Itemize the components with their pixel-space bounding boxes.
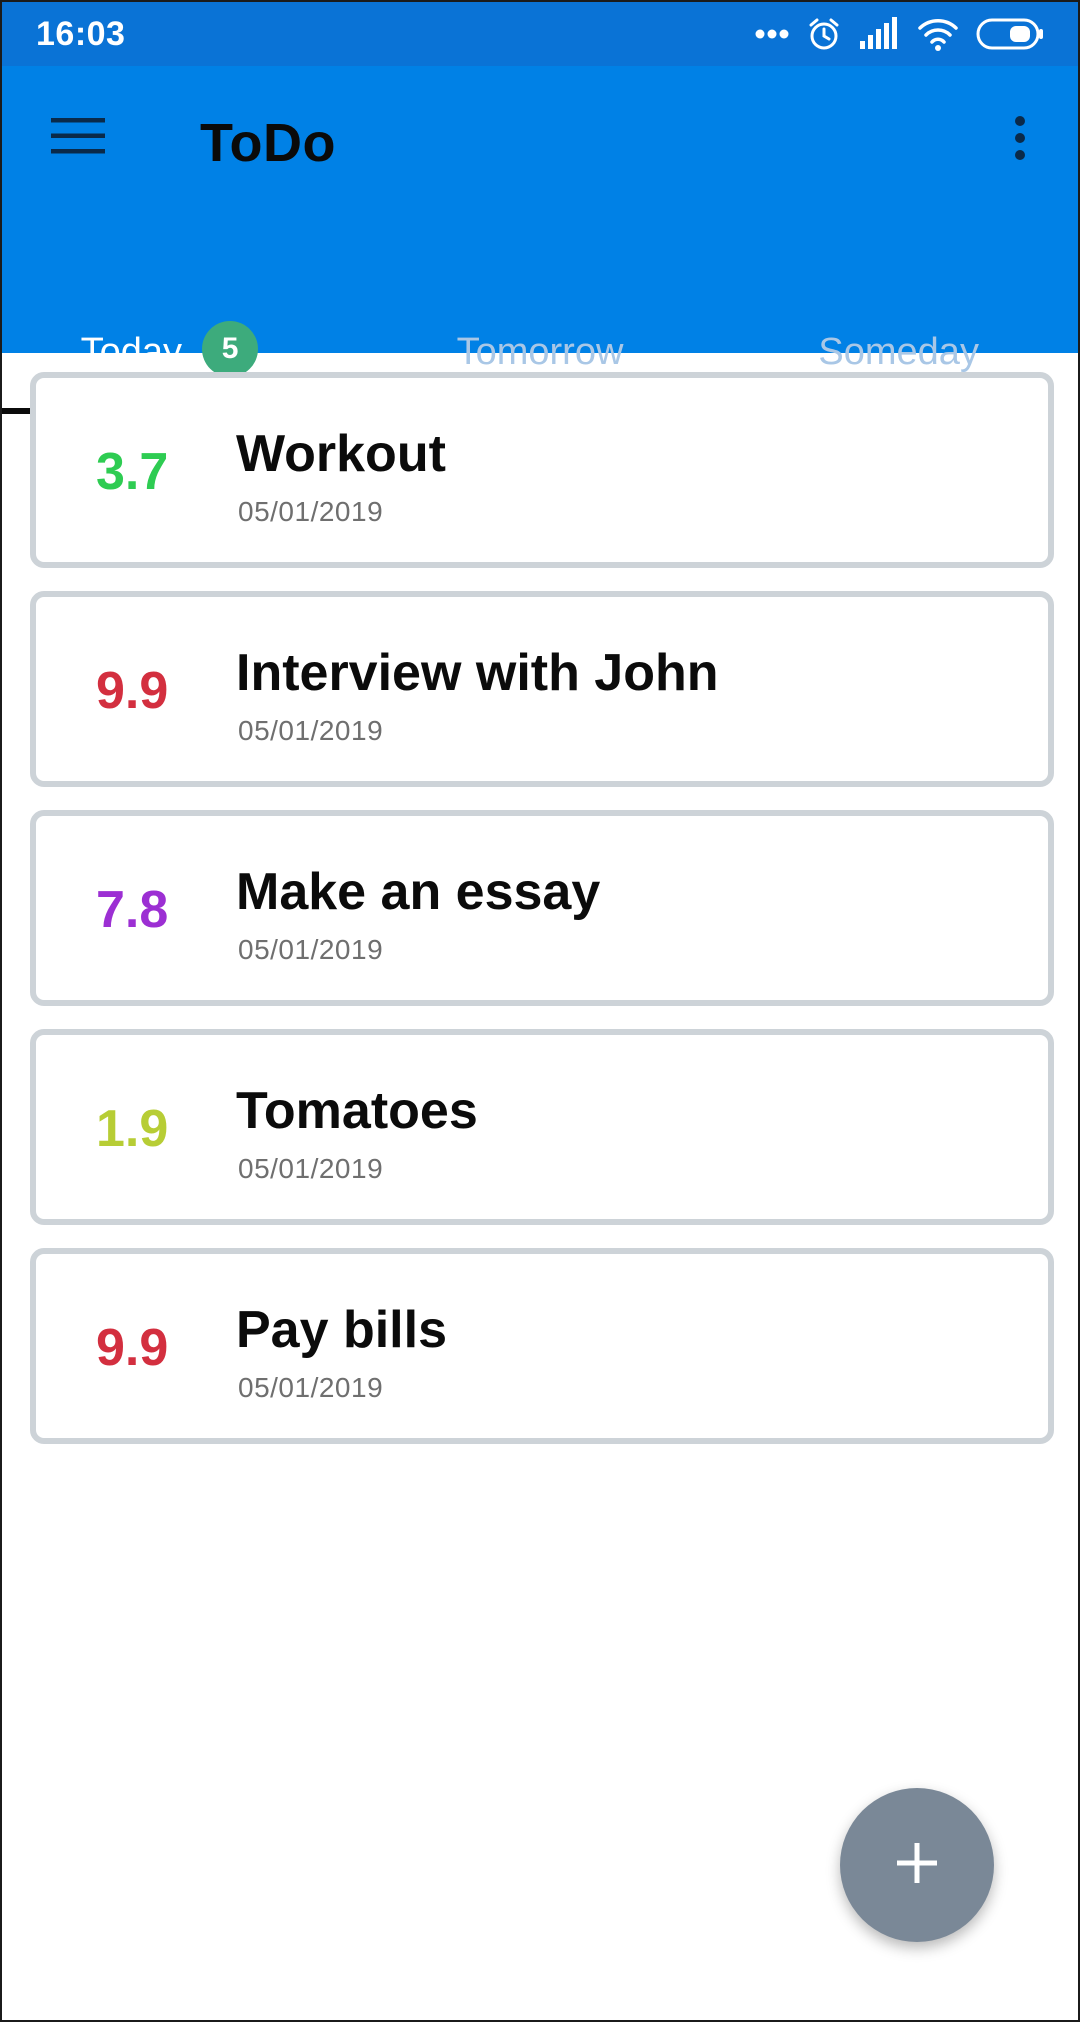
overflow-menu-icon [1013,115,1027,166]
task-title: Tomatoes [236,1082,478,1140]
task-score: 1.9 [96,1100,169,1158]
plus-icon [895,1841,939,1890]
app-bar: ToDo Today 5 Tomorrow Someday [2,66,1078,414]
task-score: 7.8 [96,881,169,939]
task-title: Make an essay [236,863,601,921]
task-card-pay-bills[interactable]: 9.9 Pay bills 05/01/2019 [30,1248,1054,1444]
app-title: ToDo [200,113,336,173]
wifi-icon [916,16,960,52]
alarm-icon [806,16,842,52]
task-title: Interview with John [236,644,719,702]
task-date: 05/01/2019 [238,1372,384,1403]
add-task-button[interactable] [840,1788,994,1942]
task-date: 05/01/2019 [238,496,384,527]
task-score: 9.9 [96,1319,169,1377]
task-card-make-an-essay[interactable]: 7.8 Make an essay 05/01/2019 [30,810,1054,1006]
task-title: Workout [236,425,446,483]
tab-tomorrow-label: Tomorrow [456,330,624,373]
task-score: 3.7 [96,443,169,501]
status-icons [754,16,1044,52]
status-bar: 16:03 [2,2,1078,66]
status-time: 16:03 [36,14,126,53]
task-list: 3.7 Workout 05/01/2019 9.9 Interview wit… [30,372,1054,1467]
task-card-tomatoes[interactable]: 1.9 Tomatoes 05/01/2019 [30,1029,1054,1225]
tab-today-label: Today [80,330,183,373]
more-options-button[interactable] [992,110,1048,170]
signal-icon [858,17,900,51]
more-dots-icon [754,28,790,40]
task-date: 05/01/2019 [238,934,384,965]
task-date: 05/01/2019 [238,1153,384,1184]
task-date: 05/01/2019 [238,715,384,746]
task-score: 9.9 [96,662,169,720]
task-card-interview-with-john[interactable]: 9.9 Interview with John 05/01/2019 [30,591,1054,787]
task-title: Pay bills [236,1301,447,1359]
task-card-workout[interactable]: 3.7 Workout 05/01/2019 [30,372,1054,568]
menu-button[interactable] [38,110,118,166]
hamburger-menu-icon [51,116,105,161]
tab-someday-label: Someday [818,330,979,373]
app-screen: 16:03 ToDo Today 5 Tomorrow Someday 3.7 … [0,0,1080,2022]
battery-icon [976,18,1044,50]
tab-today-count-badge: 5 [202,321,259,377]
